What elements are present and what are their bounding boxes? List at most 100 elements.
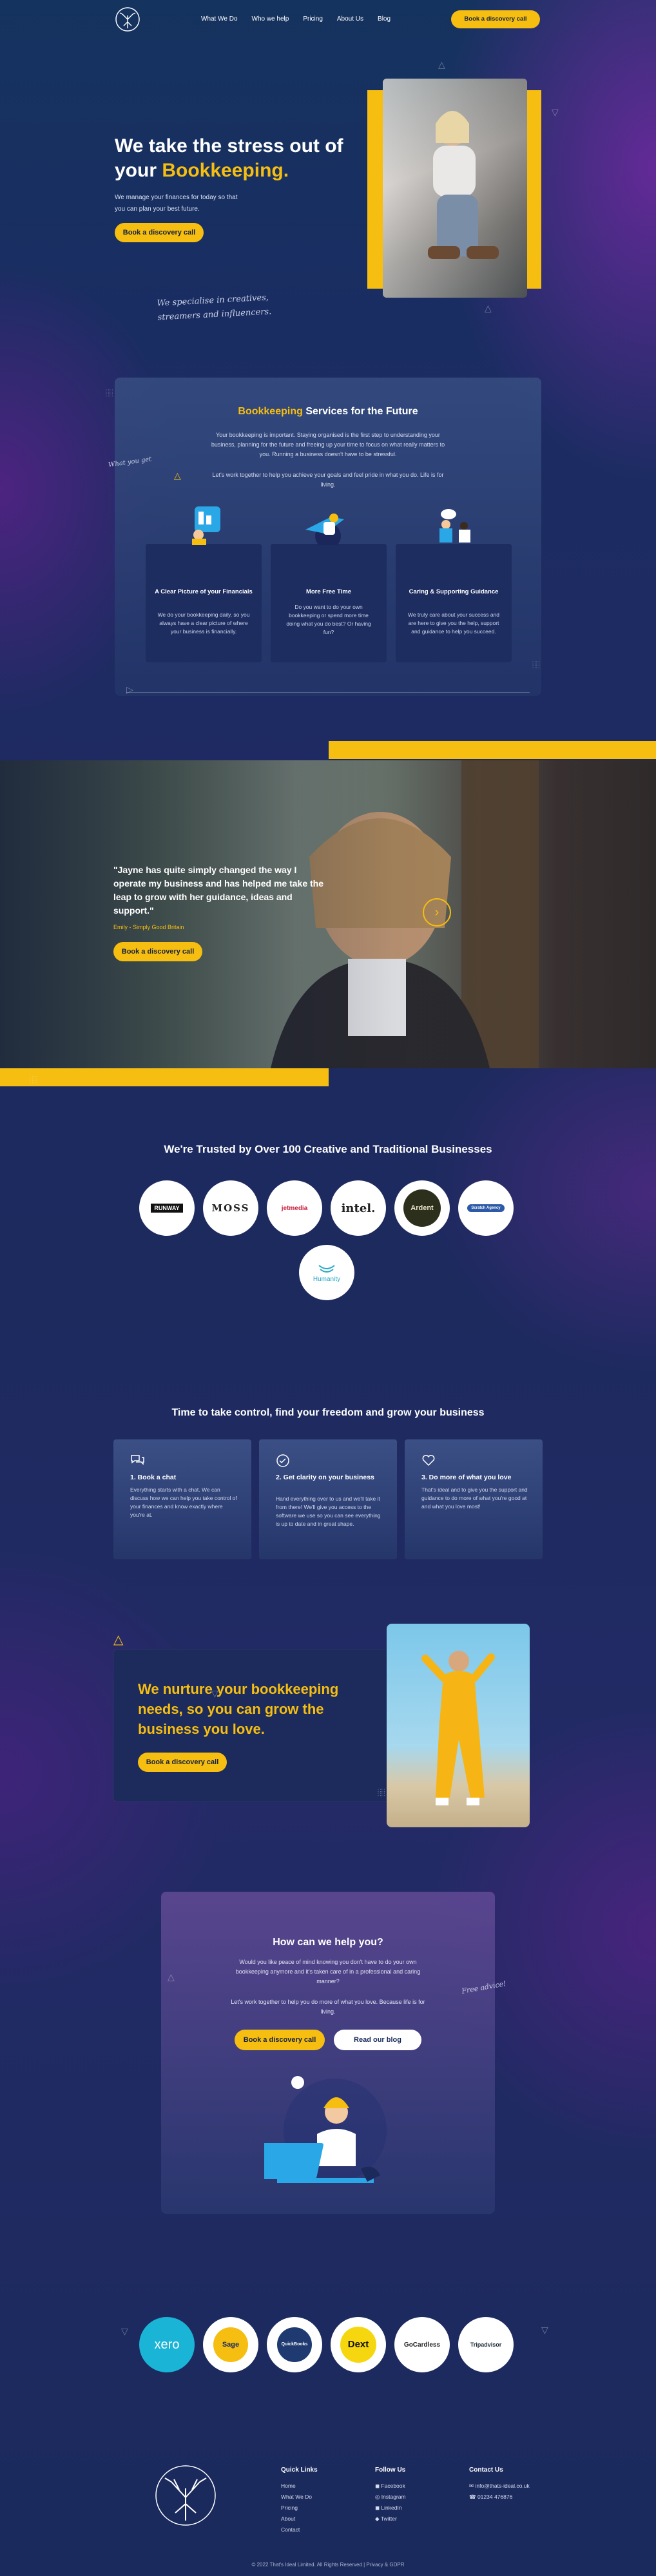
footer-link-contact[interactable]: Contact — [281, 2524, 312, 2535]
hero-cta-button[interactable]: Book a discovery call — [115, 223, 204, 242]
hero-photo — [383, 79, 527, 298]
partner-logo-dext: Dext — [331, 2317, 386, 2372]
testimonial-author: Emily - Simply Good Britain — [113, 924, 184, 930]
check-circle-icon — [276, 1454, 289, 1467]
footer-quick-links: Home What We Do Pricing About Contact — [281, 2481, 312, 2535]
guidance-illustration-icon — [439, 509, 470, 543]
footer-link-facebook[interactable]: ◼ Facebook — [375, 2481, 406, 2492]
hero-script-text: We specialise in creatives, streamers and… — [157, 293, 272, 323]
testimonial-overlay — [0, 760, 656, 1068]
step-text: Hand everything over to us and we'll tak… — [276, 1495, 381, 1527]
carousel-next-button[interactable]: › — [423, 898, 451, 927]
trusted-title: We're Trusted by Over 100 Creative and T… — [164, 1143, 492, 1155]
twitter-icon: ◆ — [375, 2515, 381, 2522]
dots-decoration-icon: ∷∷ ∷∷ — [30, 1075, 37, 1085]
services-title: Bookkeeping Services for the Future — [238, 406, 418, 417]
dots-decoration-icon: ∷∷ ∷∷ — [378, 1787, 385, 1798]
linkedin-icon: ◼ — [375, 2504, 381, 2511]
client-logo: Scratch Agency — [458, 1180, 514, 1236]
nav-link-pricing[interactable]: Pricing — [303, 15, 323, 23]
footer-follow-title: Follow Us — [375, 2466, 406, 2474]
triangle-decoration-icon: △ — [113, 1633, 124, 1647]
step-card: 2. Get clarity on your business Hand eve… — [259, 1439, 397, 1559]
footer-quick-title: Quick Links — [281, 2466, 318, 2474]
triangle-decoration-icon: △ — [438, 59, 445, 70]
triangle-decoration-icon: ▽ — [211, 1688, 218, 1698]
triangle-decoration-icon: △ — [174, 470, 181, 481]
footer-link-home[interactable]: Home — [281, 2481, 312, 2492]
triangle-decoration-icon: ▽ — [121, 2326, 128, 2336]
partner-logo-sage: Sage — [203, 2317, 258, 2372]
triangle-decoration-icon: △ — [168, 1972, 175, 1982]
step-title: 2. Get clarity on your business — [276, 1474, 374, 1481]
laptop-woman-illustration-icon — [255, 2076, 387, 2183]
service-card-title: A Clear Picture of your Financials — [155, 588, 253, 595]
nav-link-who-we-help[interactable]: Who we help — [252, 15, 289, 23]
step-card: 1. Book a chat Everything starts with a … — [113, 1439, 251, 1559]
help-text-2: Let's work together to help you do more … — [231, 1999, 425, 2015]
heart-icon — [422, 1455, 435, 1466]
step-text: Everything starts with a chat. We can di… — [130, 1486, 237, 1518]
footer-social-links: ◼ Facebook ◎ Instagram ◼ LinkedIn ◆ Twit… — [375, 2481, 406, 2524]
footer-phone-link[interactable]: ☎ 01234 476876 — [469, 2492, 530, 2503]
footer-link-instagram[interactable]: ◎ Instagram — [375, 2492, 406, 2503]
footer-link-pricing[interactable]: Pricing — [281, 2503, 312, 2514]
client-logo: jetmedia — [267, 1180, 322, 1236]
triangle-decoration-icon: ▽ — [552, 107, 559, 117]
hero-subtitle: We manage your finances for today so tha… — [115, 194, 238, 213]
footer-logo[interactable] — [152, 2464, 219, 2527]
phone-icon: ☎ — [469, 2494, 478, 2500]
client-logo: Humanity — [299, 1245, 354, 1300]
footer-contact-title: Contact Us — [469, 2466, 503, 2474]
help-blog-button[interactable]: Read our blog — [334, 2030, 421, 2050]
testimonial-cta-button[interactable]: Book a discovery call — [113, 942, 202, 961]
help-discovery-button[interactable]: Book a discovery call — [235, 2030, 325, 2050]
service-card: More Free Time Do you want to do your ow… — [271, 514, 387, 662]
services-intro-2: Let's work together to help you achieve … — [212, 472, 444, 488]
nav-link-blog[interactable]: Blog — [378, 15, 391, 23]
service-card-text: We do your bookkeeping daily, so you alw… — [157, 611, 250, 635]
footer-link-linkedin[interactable]: ◼ LinkedIn — [375, 2503, 406, 2514]
footer-email-link[interactable]: ✉ info@thats-ideal.co.uk — [469, 2481, 530, 2492]
instagram-icon: ◎ — [375, 2494, 381, 2500]
services-intro: Your bookkeeping is important. Staying o… — [211, 432, 445, 457]
humanity-logo-icon — [318, 1264, 335, 1273]
testimonial-accent-bar-bottom — [0, 1068, 329, 1086]
service-card-title: Caring & Supporting Guidance — [409, 588, 499, 595]
step-text: That's ideal and to give you the support… — [421, 1486, 528, 1510]
footer-link-twitter[interactable]: ◆ Twitter — [375, 2514, 406, 2524]
nav-cta-button[interactable]: Book a discovery call — [451, 10, 540, 28]
footer-contact-info: ✉ info@thats-ideal.co.uk ☎ 01234 476876 — [469, 2481, 530, 2503]
step-card: 3. Do more of what you love That's ideal… — [405, 1439, 543, 1559]
footer-link-about[interactable]: About — [281, 2514, 312, 2524]
client-logo: RUNWAY — [139, 1180, 195, 1236]
nav-link-about[interactable]: About Us — [337, 15, 363, 23]
step-title: 1. Book a chat — [130, 1474, 177, 1481]
testimonial-quote: "Jayne has quite simply changed the way … — [113, 865, 323, 916]
free-time-illustration-icon — [305, 514, 344, 549]
services-divider — [126, 692, 530, 693]
client-logo: MOSS — [203, 1180, 258, 1236]
steps-title: Time to take control, find your freedom … — [171, 1407, 485, 1418]
partner-logo-quickbooks: QuickBooks — [267, 2317, 322, 2372]
chat-icon — [131, 1455, 144, 1465]
step-title: 3. Do more of what you love — [421, 1474, 512, 1481]
help-title: How can we help you? — [273, 1937, 383, 1948]
nurture-title: We nurture your bookkeeping needs, so yo… — [138, 1681, 339, 1737]
service-card-text: Do you want to do your own bookkeeping o… — [286, 604, 371, 635]
help-text: Would you like peace of mind knowing you… — [235, 1959, 421, 1985]
footer-link-what-we-do[interactable]: What We Do — [281, 2492, 312, 2503]
financials-illustration-icon — [192, 506, 220, 545]
main-nav: What We Do Who we help Pricing About Us … — [201, 15, 391, 23]
nav-link-what-we-do[interactable]: What We Do — [201, 15, 238, 23]
hero-title: We take the stress out of your Bookkeepin… — [115, 135, 343, 181]
service-card-title: More Free Time — [305, 588, 352, 595]
client-logo: intel. — [331, 1180, 386, 1236]
service-card-text: We truly care about your success and are… — [407, 611, 500, 635]
help-illustration — [255, 2072, 393, 2193]
dots-decoration-icon: ∷∷ ∷∷ — [106, 388, 113, 398]
site-logo[interactable] — [113, 6, 142, 32]
triangle-decoration-icon: △ — [485, 303, 492, 313]
nurture-cta-button[interactable]: Book a discovery call — [138, 1753, 227, 1772]
facebook-icon: ◼ — [375, 2483, 381, 2489]
